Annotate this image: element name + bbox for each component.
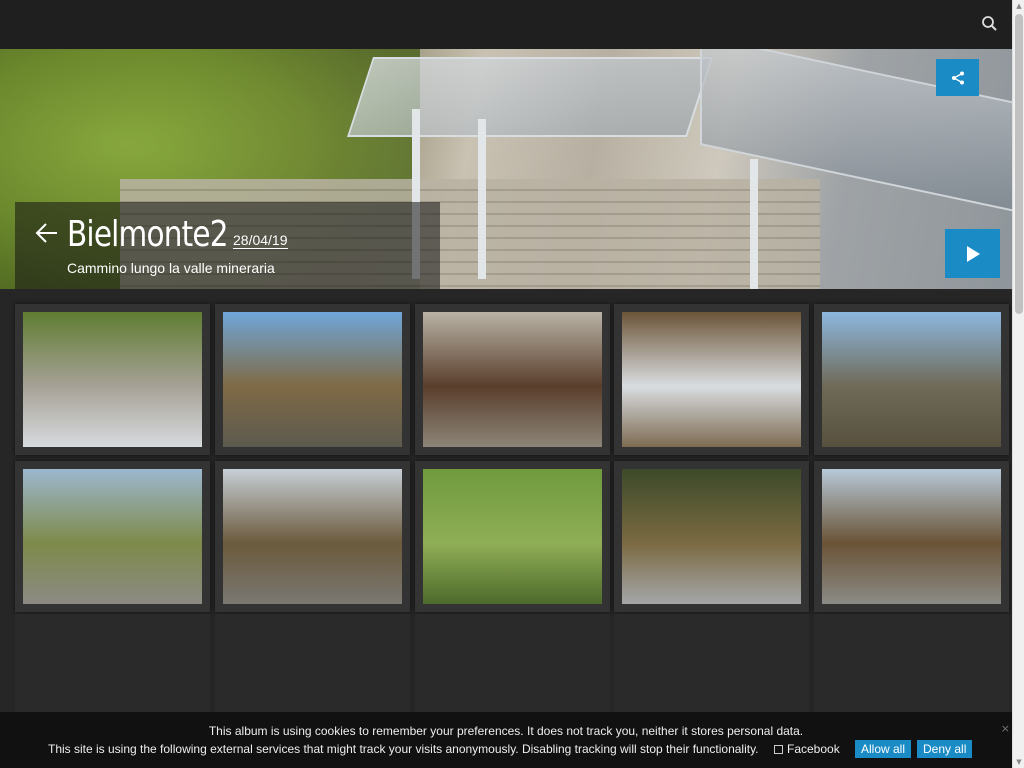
- album-subtitle: Cammino lungo la valle mineraria: [67, 260, 275, 276]
- grid-filler: [215, 614, 410, 714]
- scroll-down-arrow-icon[interactable]: ▼: [1013, 756, 1024, 768]
- album-thumbnail[interactable]: [614, 304, 809, 455]
- album-thumbnail[interactable]: [215, 461, 410, 612]
- thumbnail-photo: [223, 312, 402, 447]
- album-thumbnail[interactable]: [415, 461, 610, 612]
- play-icon: [966, 245, 980, 262]
- thumbnail-photo: [822, 312, 1001, 447]
- grid-filler: [415, 614, 610, 714]
- share-button[interactable]: [936, 59, 979, 96]
- thumbnail-photo: [423, 469, 602, 604]
- thumbnail-photo: [622, 469, 801, 604]
- arrow-left-icon: [35, 223, 57, 243]
- cookie-message: This album is using cookies to remember …: [208, 724, 804, 738]
- cover-post: [750, 159, 758, 289]
- album-date: 28/04/19: [233, 232, 288, 249]
- deny-all-button[interactable]: Deny all: [917, 740, 973, 758]
- search-icon[interactable]: [980, 14, 1000, 34]
- grid-filler: [814, 614, 1009, 714]
- close-icon[interactable]: ×: [1001, 722, 1010, 735]
- slideshow-play-button[interactable]: [945, 229, 1000, 278]
- thumbnail-photo: [23, 312, 202, 447]
- scroll-thumb[interactable]: [1015, 14, 1023, 314]
- thumbnail-photo: [423, 312, 602, 447]
- grid-filler: [15, 614, 210, 714]
- album-title-panel: Bielmonte2 28/04/19 Cammino lungo la val…: [15, 202, 440, 289]
- allow-all-button[interactable]: Allow all: [855, 740, 912, 758]
- thumbnail-photo: [23, 469, 202, 604]
- cover-post: [478, 119, 486, 279]
- back-button[interactable]: [34, 220, 60, 246]
- album-title: Bielmonte2: [67, 214, 228, 255]
- album-thumbnail[interactable]: [15, 461, 210, 612]
- album-thumbnail[interactable]: [415, 304, 610, 455]
- cover-shelter-roof: [347, 57, 713, 137]
- album-thumbnail[interactable]: [614, 461, 809, 612]
- top-bar: [0, 0, 1012, 49]
- facebook-label: Facebook: [787, 742, 840, 756]
- album-cover: Bielmonte2 28/04/19 Cammino lungo la val…: [0, 49, 1012, 289]
- thumbnail-photo: [223, 469, 402, 604]
- facebook-checkbox[interactable]: Facebook: [774, 742, 840, 756]
- album-thumbnail[interactable]: [814, 461, 1009, 612]
- album-thumbnail[interactable]: [814, 304, 1009, 455]
- share-icon: [951, 71, 964, 84]
- album-thumbnail[interactable]: [15, 304, 210, 455]
- thumbnail-photo: [822, 469, 1001, 604]
- thumbnail-photo: [622, 312, 801, 447]
- album-thumbnail[interactable]: [215, 304, 410, 455]
- cookie-tracking-message: This site is using the following externa…: [48, 742, 759, 756]
- scroll-up-arrow-icon[interactable]: ▲: [1013, 0, 1024, 12]
- grid-filler: [614, 614, 809, 714]
- scrollbar[interactable]: ▲ ▼: [1012, 0, 1024, 768]
- cookie-banner: This album is using cookies to remember …: [0, 712, 1012, 768]
- checkbox-icon[interactable]: [774, 744, 783, 754]
